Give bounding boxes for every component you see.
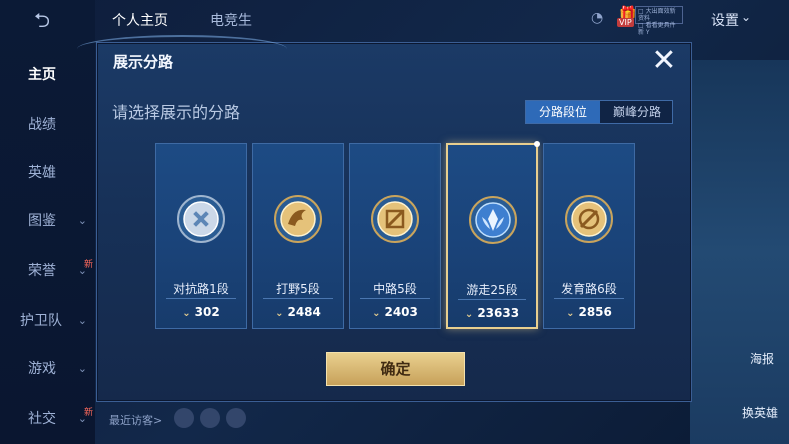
card-divider xyxy=(360,298,430,299)
hero-preview-panel: 海报 换英雄 xyxy=(690,60,789,444)
chevron-down-icon: ⌄ xyxy=(741,10,752,24)
visitor-avatar[interactable] xyxy=(200,408,220,428)
lane-card-clash[interactable]: 对抗路1段 ⌄ 302 xyxy=(155,143,247,329)
blue-wings-emblem-icon xyxy=(469,196,517,244)
lane-card-roam[interactable]: 游走25段 ⌄ 23633 xyxy=(446,141,540,329)
poster-button[interactable]: 海报 xyxy=(750,350,774,367)
score-arrow-icon: ⌄ xyxy=(372,308,381,319)
lane-card-farm[interactable]: 发育路6段 ⌄ 2856 xyxy=(543,143,635,329)
gold-slash-emblem-icon xyxy=(371,195,419,243)
vip-line: □ 大出面效新资料 xyxy=(638,8,676,22)
score-value: 2403 xyxy=(384,305,418,319)
nav-item-label: 英雄 xyxy=(28,165,56,181)
dialog-subtitle: 请选择展示的分路 xyxy=(112,103,241,122)
card-divider xyxy=(458,299,526,300)
left-nav: ⮌ 主页 战绩 英雄 图鉴 ⌄ 荣誉 新 ⌄ 护卫队 ⌄ 游戏 ⌄ 社交 新 ⌄ xyxy=(0,0,95,444)
score-arrow-icon: ⌄ xyxy=(566,308,575,319)
nav-item-heroes[interactable]: 英雄 xyxy=(0,160,95,186)
lane-card-score: ⌄ 2403 xyxy=(350,305,440,319)
score-value: 302 xyxy=(194,305,220,319)
nav-item-honor[interactable]: 荣誉 新 ⌄ xyxy=(0,258,95,284)
penguin-icon[interactable]: ◔ xyxy=(591,10,603,26)
nav-item-game[interactable]: 游戏 ⌄ xyxy=(0,356,95,382)
nav-item-label: 荣誉 xyxy=(28,263,56,279)
lane-card-label: 游走25段 xyxy=(466,283,518,297)
card-divider xyxy=(166,298,236,299)
chevron-down-icon: ⌄ xyxy=(77,264,87,277)
top-right-bar: ◔ 🎁 VIP □ 大出面效新资料 □ 看看更具件新 Y 设置 ⌄ xyxy=(581,6,781,36)
score-arrow-icon: ⌄ xyxy=(464,309,474,320)
score-value: 23633 xyxy=(477,306,520,320)
toggle-lane-rank[interactable]: 分路段位 xyxy=(526,101,600,123)
visitor-avatar[interactable] xyxy=(226,408,246,428)
silver-cross-emblem-icon xyxy=(177,195,225,243)
nav-item-label: 图鉴 xyxy=(28,213,56,229)
lane-card-label: 对抗路1段 xyxy=(173,282,229,296)
lane-card-mid[interactable]: 中路5段 ⌄ 2403 xyxy=(349,143,441,329)
card-divider xyxy=(263,298,333,299)
gold-dragon-emblem-icon xyxy=(274,195,322,243)
vip-info-box[interactable]: □ 大出面效新资料 □ 看看更具件新 Y xyxy=(635,6,683,36)
nav-item-label: 社交 xyxy=(28,411,56,427)
tab-profile[interactable]: 个人主页 xyxy=(112,10,168,30)
nav-item-record[interactable]: 战绩 xyxy=(0,112,95,138)
lane-card-label: 打野5段 xyxy=(276,282,320,296)
back-arrow-icon[interactable]: ⮌ xyxy=(18,8,66,32)
recent-visitors-link[interactable]: 最近访客> xyxy=(109,412,162,428)
chevron-down-icon: ⌄ xyxy=(77,214,87,227)
vip-line: □ 看看更具件新 Y xyxy=(638,22,676,36)
lane-card-score: ⌄ 23633 xyxy=(448,306,536,320)
visitor-avatar[interactable] xyxy=(174,408,194,428)
lane-card-score: ⌄ 2856 xyxy=(544,305,634,319)
nav-item-label: 战绩 xyxy=(28,117,56,133)
toggle-peak-lane[interactable]: 巅峰分路 xyxy=(600,101,674,123)
nav-item-label: 游戏 xyxy=(28,361,56,377)
score-value: 2484 xyxy=(287,305,321,319)
nav-item-home[interactable]: 主页 xyxy=(0,62,95,88)
tab-esports[interactable]: 电竞生 xyxy=(210,10,252,30)
nav-item-gallery[interactable]: 图鉴 ⌄ xyxy=(0,208,95,234)
bottom-bar: 最近访客> xyxy=(100,400,690,444)
chevron-down-icon: ⌄ xyxy=(77,412,87,425)
settings-button[interactable]: 设置 xyxy=(711,10,739,30)
lane-card-score: ⌄ 2484 xyxy=(253,305,343,319)
switch-hero-button[interactable]: 换英雄 xyxy=(742,404,778,421)
gold-arrows-emblem-icon xyxy=(565,195,613,243)
score-value: 2856 xyxy=(578,305,612,319)
vip-badge: VIP xyxy=(617,18,634,27)
close-icon[interactable]: ✕ xyxy=(647,45,681,79)
title-swirl-decoration xyxy=(77,35,287,63)
score-arrow-icon: ⌄ xyxy=(182,308,191,319)
nav-item-guard[interactable]: 护卫队 ⌄ xyxy=(0,308,95,334)
dialog-title: 展示分路 xyxy=(113,53,174,71)
chevron-down-icon: ⌄ xyxy=(77,362,87,375)
lane-card-score: ⌄ 302 xyxy=(156,305,246,319)
lane-card-label: 中路5段 xyxy=(373,282,417,296)
chevron-down-icon: ⌄ xyxy=(77,314,87,327)
selected-marker xyxy=(534,141,540,147)
nav-item-label: 主页 xyxy=(28,67,56,83)
nav-item-label: 护卫队 xyxy=(20,313,62,329)
lane-mode-toggle: 分路段位 巅峰分路 xyxy=(525,100,673,124)
lane-card-jungle[interactable]: 打野5段 ⌄ 2484 xyxy=(252,143,344,329)
lane-display-dialog: 展示分路 ✕ 请选择展示的分路 分路段位 巅峰分路 对抗路1段 ⌄ 302 打野5… xyxy=(77,35,692,402)
lane-card-label: 发育路6段 xyxy=(561,282,617,296)
nav-item-social[interactable]: 社交 新 ⌄ xyxy=(0,406,95,432)
card-divider xyxy=(554,298,624,299)
score-arrow-icon: ⌄ xyxy=(275,308,284,319)
confirm-button[interactable]: 确定 xyxy=(326,352,465,386)
